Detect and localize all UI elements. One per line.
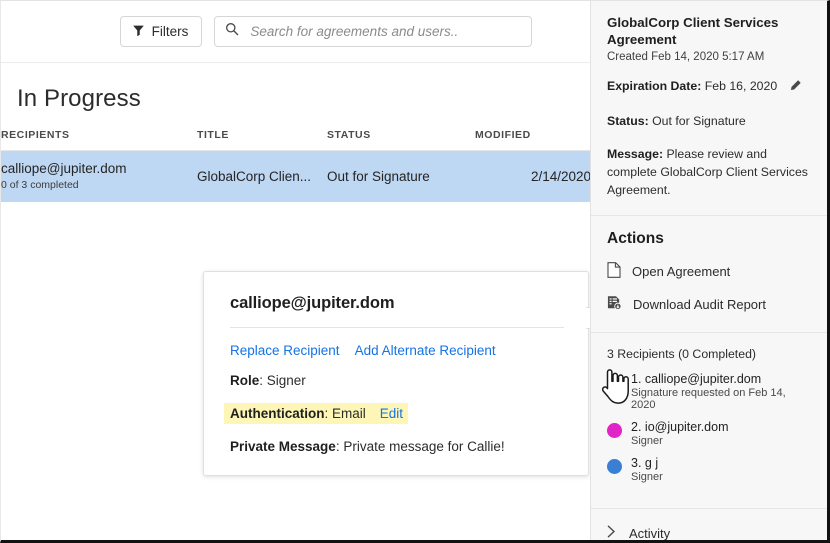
pencil-icon[interactable] (789, 79, 802, 98)
funnel-icon (132, 24, 145, 40)
activity-label: Activity (629, 525, 671, 541)
recipient-name: 1. calliope@jupiter.dom (631, 372, 811, 386)
column-header-title[interactable]: TITLE (197, 129, 327, 151)
popup-private-value: Private message for Callie! (343, 439, 505, 454)
avatar (607, 375, 622, 391)
open-agreement-label: Open Agreement (632, 264, 731, 280)
app-window: Filters In Progress RECIPIENTS TITLE STA… (0, 0, 830, 543)
recipient-index: 3. (631, 456, 642, 471)
cell-modified: 2/14/2020 (475, 150, 591, 202)
recipient-item[interactable]: 3. g j Signer (607, 456, 811, 483)
actions-heading: Actions (607, 230, 664, 248)
recipient-status: Signer (631, 435, 663, 448)
download-audit-report-label: Download Audit Report (633, 297, 766, 313)
popup-authentication-row: Authentication: Email Edit (224, 403, 409, 424)
replace-recipient-link[interactable]: Replace Recipient (230, 343, 340, 358)
status-value: Out for Signature (652, 114, 746, 129)
popup-recipient-email: calliope@jupiter.dom (230, 294, 564, 328)
agreements-table: RECIPIENTS TITLE STATUS MODIFIED calliop… (1, 129, 591, 202)
popup-private-message-row: Private Message: Private message for Cal… (230, 439, 564, 454)
agreement-created-date: Created Feb 14, 2020 5:17 AM (607, 51, 765, 64)
recipient-index: 1. (631, 372, 642, 387)
column-header-recipients[interactable]: RECIPIENTS (1, 129, 197, 151)
message-row: Message: Please review and complete Glob… (607, 146, 811, 199)
recipient-detail-popup: calliope@jupiter.dom Replace Recipient A… (203, 271, 589, 476)
popup-private-label: Private Message (230, 439, 336, 454)
download-audit-report-action[interactable]: Download Audit Report (607, 295, 811, 314)
cell-title: GlobalCorp Clien... (197, 150, 327, 202)
popup-links: Replace Recipient Add Alternate Recipien… (230, 328, 564, 358)
page-title: In Progress (17, 85, 141, 112)
recipient-email: calliope@jupiter.dom (1, 161, 127, 176)
details-panel: GlobalCorp Client Services Agreement Cre… (590, 1, 827, 541)
popup-auth-colon: : (324, 406, 333, 421)
recipients-section: 3 Recipients (0 Completed) 1. calliope@j… (591, 333, 827, 510)
status-label: Status: (607, 114, 649, 129)
expiration-date-row: Expiration Date: Feb 16, 2020 (607, 78, 811, 98)
activity-section-toggle[interactable]: Activity (591, 509, 827, 541)
status-row: Status: Out for Signature (607, 113, 811, 131)
message-label: Message: (607, 146, 664, 161)
column-header-modified[interactable]: MODIFIED (475, 129, 591, 151)
filters-button[interactable]: Filters (119, 16, 203, 47)
popup-role-row: Role: Signer (230, 373, 564, 388)
avatar (607, 459, 622, 475)
expiration-date-label: Expiration Date: (607, 79, 702, 94)
open-agreement-action[interactable]: Open Agreement (607, 262, 811, 281)
popup-role-label: Role (230, 373, 260, 388)
agreement-title: GlobalCorp Client Services Agreement (607, 15, 779, 47)
popup-role-colon: : (259, 373, 267, 388)
search-box[interactable] (214, 16, 533, 47)
avatar (607, 423, 622, 439)
recipient-label: g j (644, 456, 659, 471)
recipient-name: 3. g j (631, 456, 663, 470)
actions-section: Actions Open Agreement Download Audit Re… (591, 216, 827, 334)
popup-auth-value: Email (332, 406, 366, 421)
popup-auth-label: Authentication (230, 406, 325, 421)
column-header-status[interactable]: STATUS (327, 129, 475, 151)
search-icon (225, 22, 239, 41)
cell-recipient: calliope@jupiter.dom 0 of 3 completed (1, 150, 197, 202)
recipient-label: io@jupiter.dom (644, 420, 729, 435)
table-row[interactable]: calliope@jupiter.dom 0 of 3 completed Gl… (1, 150, 591, 202)
recipient-item[interactable]: 1. calliope@jupiter.dom Signature reques… (607, 372, 811, 411)
add-alternate-recipient-link[interactable]: Add Alternate Recipient (355, 343, 496, 358)
recipient-status: Signer (631, 471, 663, 484)
recipient-status: Signature requested on Feb 14, 2020 (631, 387, 786, 412)
expiration-date-value: Feb 16, 2020 (704, 79, 778, 94)
recipient-name: 2. io@jupiter.dom (631, 420, 729, 434)
cell-status: Out for Signature (327, 150, 475, 202)
document-icon (607, 262, 621, 281)
recipient-index: 2. (631, 420, 642, 435)
filters-button-label: Filters (151, 24, 189, 39)
agreement-summary-section: GlobalCorp Client Services Agreement Cre… (591, 1, 827, 217)
recipient-item[interactable]: 2. io@jupiter.dom Signer (607, 420, 811, 447)
recipients-summary: 3 Recipients (0 Completed) (607, 347, 756, 362)
search-input[interactable] (248, 23, 522, 40)
toolbar: Filters (1, 1, 591, 63)
popup-role-value: Signer (266, 373, 306, 388)
table-header-row: RECIPIENTS TITLE STATUS MODIFIED (1, 129, 591, 151)
edit-authentication-link[interactable]: Edit (380, 406, 403, 421)
audit-report-icon (607, 295, 622, 314)
chevron-right-icon (607, 525, 616, 540)
recipient-completion: 0 of 3 completed (1, 179, 79, 191)
recipient-label: calliope@jupiter.dom (644, 372, 762, 387)
